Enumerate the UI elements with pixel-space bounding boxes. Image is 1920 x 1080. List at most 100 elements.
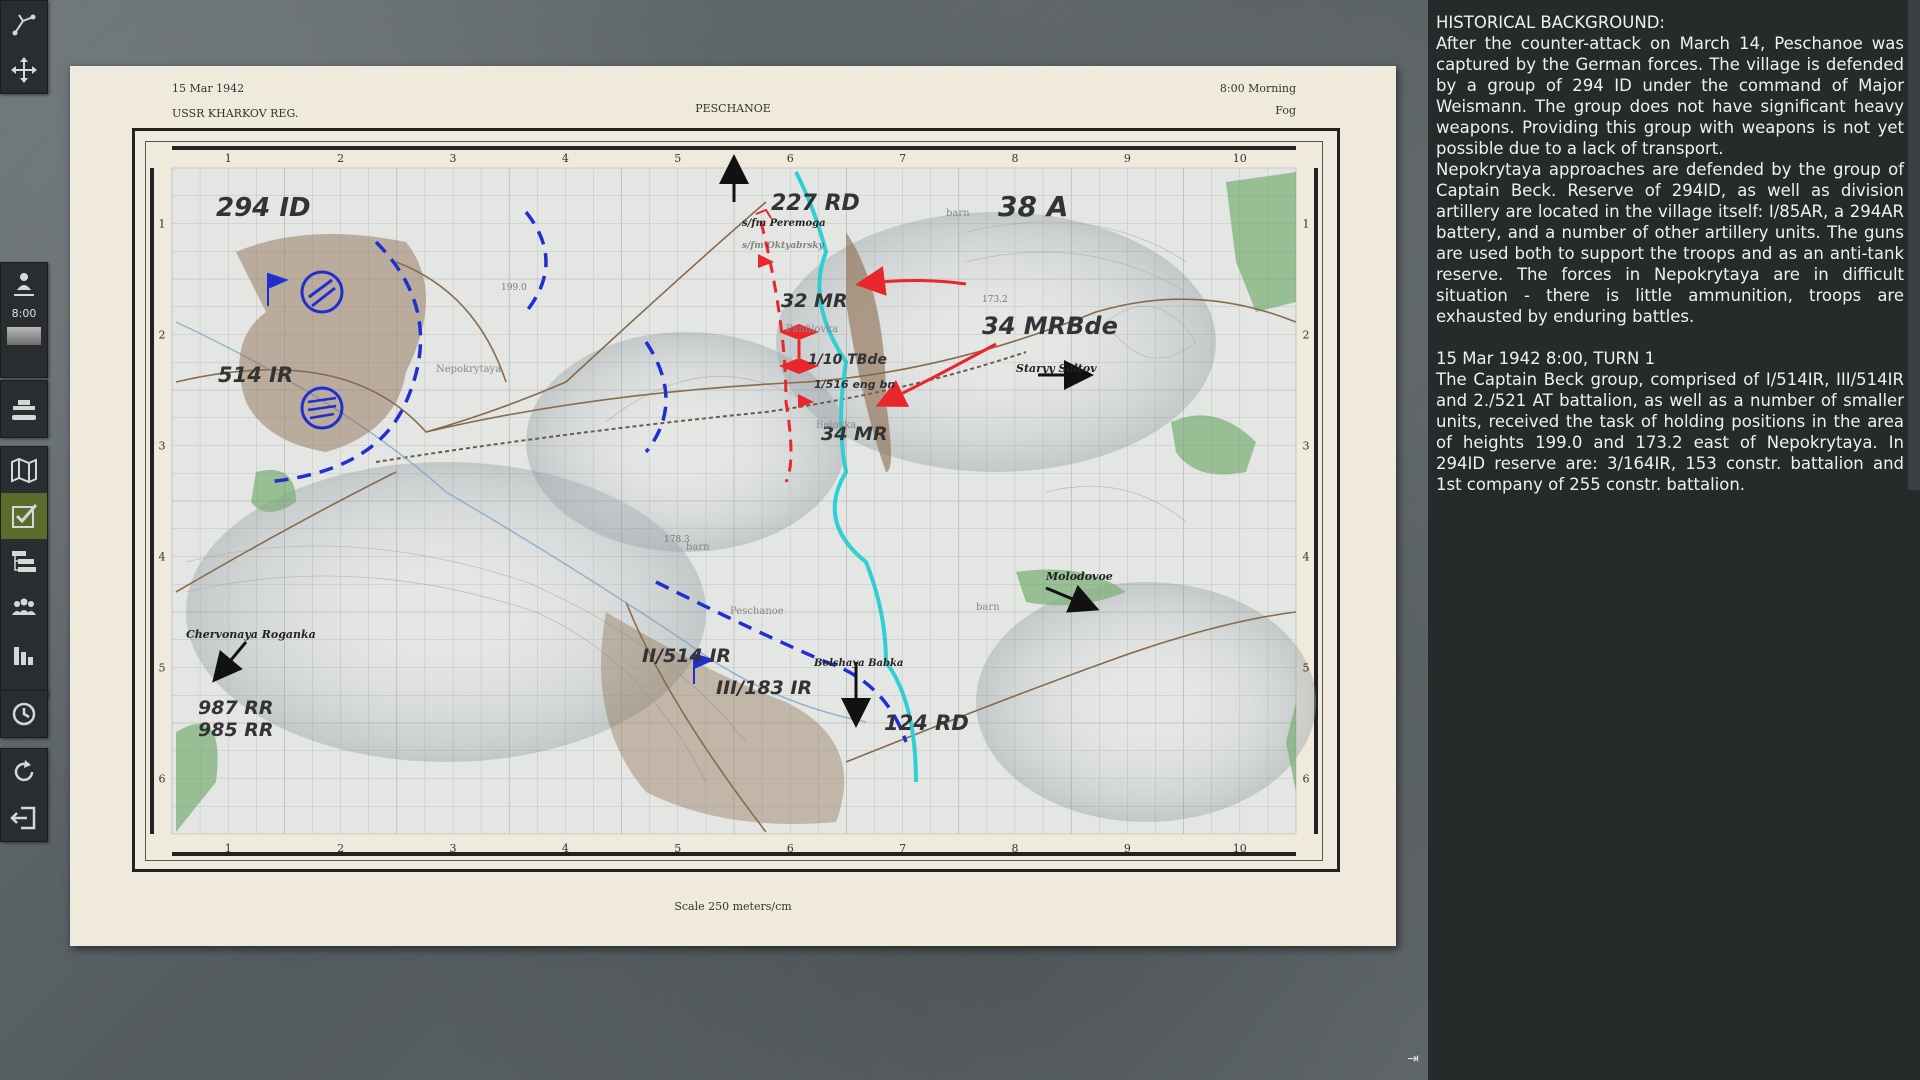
tool-group-main — [0, 446, 48, 698]
briefing-turn: 15 Mar 1942 8:00, TURN 1 — [1436, 349, 1656, 368]
briefing-paragraph-1: After the counter-attack on March 14, Pe… — [1436, 34, 1904, 158]
clock-time: 8:00 — [11, 307, 37, 320]
place-peschanoe: Peschanoe — [730, 606, 784, 617]
place-barn-3: barn — [976, 602, 1000, 613]
grid-col-label: 3 — [450, 152, 457, 165]
grid-col-label: 9 — [1124, 842, 1131, 855]
briefing-map-card: 15 Mar 1942 USSR KHARKOV REG. PESCHANOE … — [70, 66, 1396, 946]
grid-row-label: 1 — [159, 218, 166, 231]
label-1-10tbde: 1/10 TBde — [808, 352, 887, 368]
map-frame: 1 1 2 2 3 3 4 4 5 5 6 6 7 7 8 8 9 9 10 10 1 1 2 2 3 3 4 4 5 5 6 6 — [132, 128, 1340, 872]
briefing-weather: Fog — [1275, 104, 1296, 117]
grid-col-label: 5 — [674, 842, 681, 855]
label-514ir: 514 IR — [218, 363, 293, 387]
place-peremoga: s/fm Peremoga — [742, 218, 826, 229]
restart-icon[interactable] — [1, 749, 47, 795]
grid-col-label: 7 — [899, 152, 906, 165]
orbat-icon[interactable] — [1, 539, 47, 585]
label-34mrbde: 34 MRBde — [982, 312, 1118, 340]
grid-col-label: 4 — [562, 152, 569, 165]
path-tool-icon[interactable] — [1, 1, 47, 47]
tactical-map[interactable]: 1 1 2 2 3 3 4 4 5 5 6 6 7 7 8 8 9 9 10 10 1 1 2 2 3 3 4 4 5 5 6 6 — [145, 141, 1323, 861]
grid-col-label: 2 — [337, 842, 344, 855]
map-canvas: 1 1 2 2 3 3 4 4 5 5 6 6 7 7 8 8 9 9 10 10 1 1 2 2 3 3 4 4 5 5 6 6 — [146, 142, 1322, 860]
place-chervonaya-roganka: Chervonaya Roganka — [186, 628, 316, 641]
label-ii-514ir: II/514 IR — [642, 645, 731, 667]
stats-icon[interactable] — [1, 631, 47, 677]
grid-col-label: 1 — [225, 842, 232, 855]
label-985rr: 985 RR — [198, 719, 274, 741]
grid-row-label: 5 — [159, 662, 166, 675]
place-staryy-saltov: Staryy Saltov — [1016, 362, 1097, 375]
grid-col-label: 8 — [1012, 842, 1019, 855]
grid-row-label: 2 — [159, 329, 166, 342]
grid-col-label: 5 — [674, 152, 681, 165]
grid-col-label: 4 — [562, 842, 569, 855]
briefing-location: PESCHANOE — [695, 102, 771, 115]
grid-row-label: 3 — [159, 440, 166, 453]
place-bolshaya-babka: Bolshaya Babka — [813, 658, 903, 669]
label-227rd: 227 RD — [771, 191, 860, 216]
briefing-time: 8:00 Morning — [1219, 82, 1296, 95]
tool-group-bottom — [0, 748, 48, 842]
grid-col-label: 6 — [787, 842, 794, 855]
place-oktyabrsky: s/fm Oktyabrsky — [742, 241, 825, 251]
map-grid — [171, 167, 1297, 835]
unit-icon[interactable] — [1, 263, 47, 303]
label-iii-183ir: III/183 IR — [716, 677, 812, 699]
grid-col-label: 10 — [1233, 152, 1247, 165]
map-icon[interactable] — [1, 447, 47, 493]
grid-col-label: 1 — [225, 152, 232, 165]
height-173: 173.2 — [982, 295, 1008, 305]
grid-col-label: 9 — [1124, 152, 1131, 165]
grid-row-label: 3 — [1303, 440, 1310, 453]
grid-row-label: 2 — [1303, 329, 1310, 342]
tool-group-unit: 8:00 — [0, 262, 48, 378]
label-987rr: 987 RR — [198, 697, 274, 719]
grid-col-label: 3 — [450, 842, 457, 855]
tool-group-top — [0, 0, 48, 94]
grid-row-label: 6 — [159, 773, 166, 786]
time-icon[interactable] — [1, 691, 47, 737]
grid-row-label: 4 — [159, 551, 166, 564]
label-124rd: 124 RD — [884, 711, 969, 735]
briefing-heading: HISTORICAL BACKGROUND: — [1436, 13, 1665, 32]
place-barn-1: barn — [946, 208, 970, 219]
exit-icon[interactable] — [1, 795, 47, 841]
groups-icon[interactable] — [1, 585, 47, 631]
grid-row-label: 4 — [1303, 551, 1310, 564]
place-nepokrytaya: Nepokrytaya — [436, 364, 501, 375]
collapse-panel-button[interactable]: ⇥ — [1404, 1050, 1422, 1068]
place-panfilovka: Panfilovka — [786, 324, 838, 335]
grid-col-label: 8 — [1012, 152, 1019, 165]
grid-col-label: 10 — [1233, 842, 1247, 855]
grid-col-label: 6 — [787, 152, 794, 165]
tool-group-time — [0, 690, 48, 738]
label-1-516engbn: 1/516 eng bn — [814, 378, 895, 391]
briefing-text[interactable]: HISTORICAL BACKGROUND: After the counter… — [1436, 12, 1904, 495]
place-molodovoe: Molodovoe — [1045, 570, 1113, 583]
time-progress-bar[interactable] — [7, 327, 41, 345]
grid-row-label: 5 — [1303, 662, 1310, 675]
height-178: 178.3 — [664, 535, 690, 545]
move-icon[interactable] — [1, 47, 47, 93]
grid-col-label: 2 — [337, 152, 344, 165]
grid-row-label: 6 — [1303, 773, 1310, 786]
grid-row-label: 1 — [1303, 218, 1310, 231]
map-scale: Scale 250 meters/cm — [674, 900, 792, 913]
briefing-panel: HISTORICAL BACKGROUND: After the counter… — [1428, 0, 1920, 1080]
height-199: 199.0 — [501, 283, 527, 293]
label-294id: 294 ID — [216, 193, 311, 223]
label-32mr: 32 MR — [781, 290, 848, 312]
place-belovka: Belovka — [816, 420, 856, 431]
objectives-icon[interactable] — [1, 493, 47, 539]
tool-group-tank — [0, 380, 48, 438]
briefing-paragraph-3: The Captain Beck group, comprised of I/5… — [1436, 370, 1904, 494]
grid-col-label: 7 — [899, 842, 906, 855]
panel-scrollbar[interactable] — [1908, 0, 1920, 490]
label-38a: 38 A — [998, 190, 1068, 223]
left-toolbar: 8:00 — [0, 0, 48, 1080]
briefing-paragraph-2: Nepokrytaya approaches are defended by t… — [1436, 160, 1904, 326]
tank-icon[interactable] — [1, 381, 47, 437]
briefing-date: 15 Mar 1942 — [172, 82, 245, 95]
